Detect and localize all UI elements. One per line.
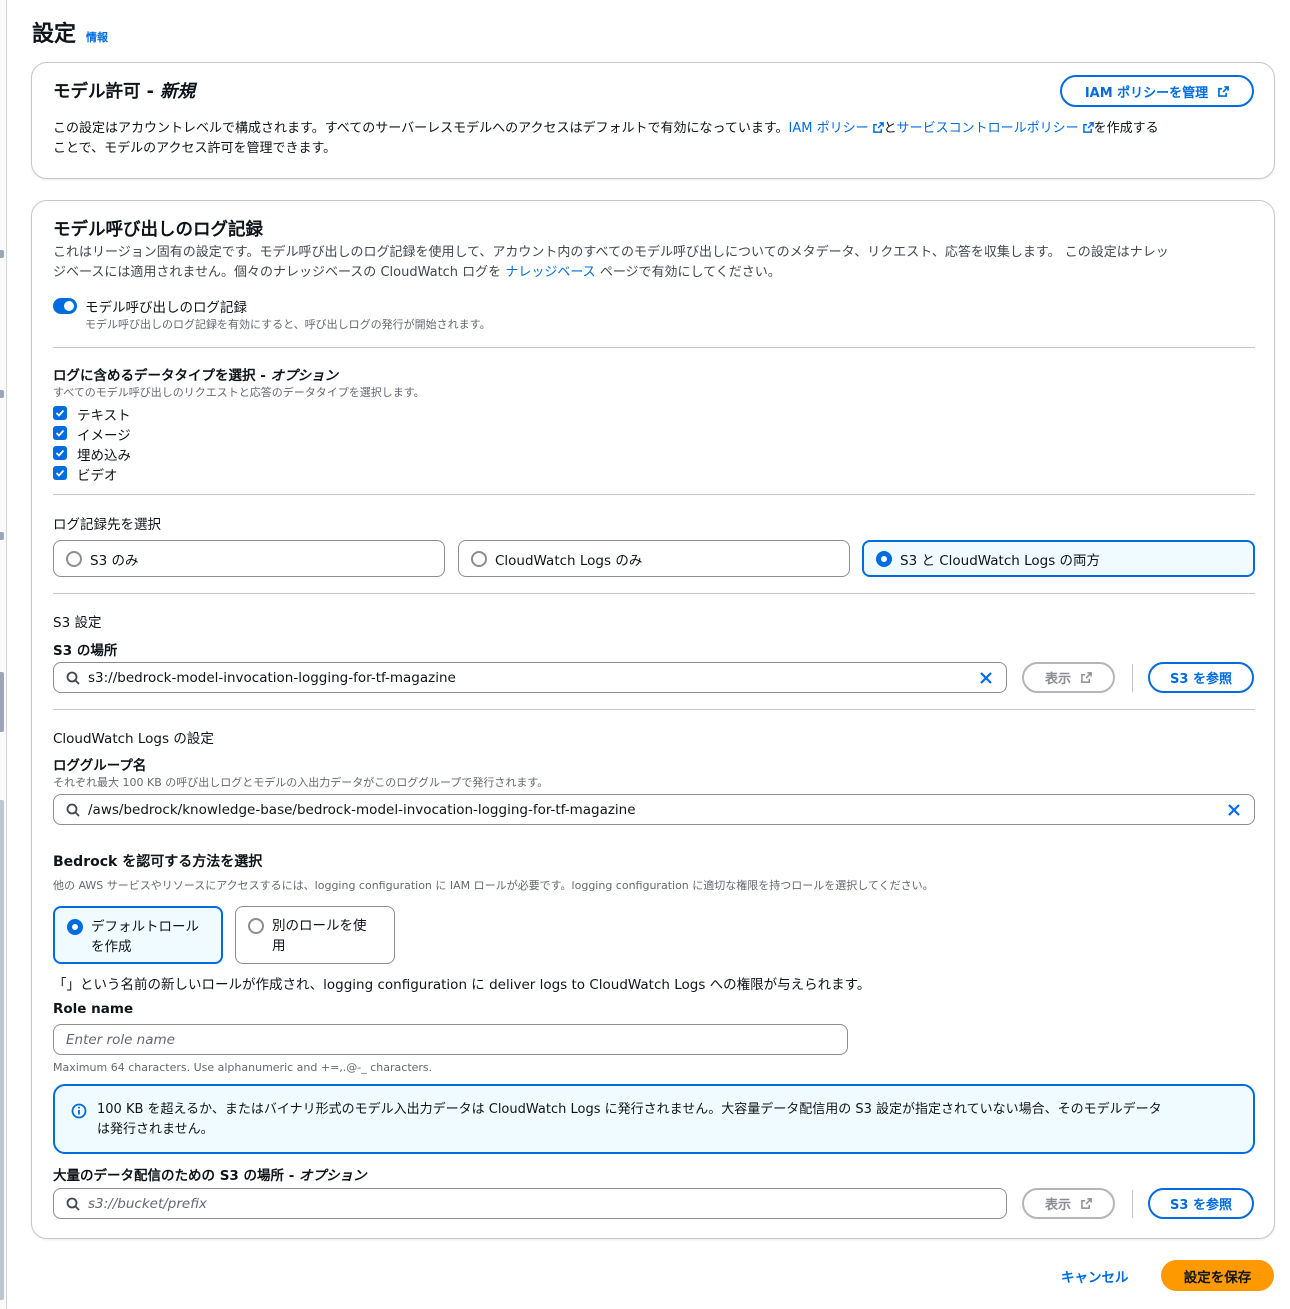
divider bbox=[53, 709, 1255, 710]
large-s3-label: 大量のデータ配信のための S3 の場所 - オプション bbox=[53, 1168, 367, 1184]
external-link-icon bbox=[1081, 672, 1092, 683]
tile-label: S3 と CloudWatch Logs の両方 bbox=[900, 552, 1101, 569]
divider bbox=[53, 593, 1255, 594]
tile-label: S3 のみ bbox=[90, 552, 139, 569]
destination-label: ログ記録先を選択 bbox=[53, 517, 161, 533]
alert-text: 100 KB を超えるか、またはバイナリ形式のモデル入出力データは CloudW… bbox=[97, 1102, 1162, 1137]
left-edge-panel bbox=[0, 0, 7, 1309]
auth-default-role[interactable]: デフォルトロール を作成 bbox=[53, 906, 223, 964]
page-header: 設定 情報 bbox=[32, 16, 108, 48]
info-alert: 100 KB を超えるか、またはバイナリ形式のモデル入出力データは CloudW… bbox=[53, 1084, 1255, 1154]
large-s3-view-button[interactable]: 表示 bbox=[1022, 1188, 1115, 1219]
s3-view-button[interactable]: 表示 bbox=[1022, 662, 1115, 693]
checkbox-image[interactable] bbox=[53, 426, 67, 440]
radio-icon bbox=[471, 550, 487, 567]
radio-selected-icon bbox=[67, 919, 83, 935]
info-icon bbox=[71, 1103, 87, 1119]
model-access-description: この設定はアカウントレベルで構成されます。すべてのサーバーレスモデルへのアクセス… bbox=[53, 121, 1159, 156]
large-s3-input[interactable]: s3://bucket/prefix bbox=[53, 1188, 1007, 1219]
log-group-description: それぞれ最大 100 KB の呼び出しログとモデルの入出力データがこのロググルー… bbox=[53, 776, 549, 789]
tile-label: CloudWatch Logs のみ bbox=[495, 552, 643, 569]
cloudwatch-settings-heading: CloudWatch Logs の設定 bbox=[53, 731, 214, 747]
destination-cloudwatch-only[interactable]: CloudWatch Logs のみ bbox=[458, 540, 850, 577]
search-icon bbox=[66, 803, 80, 817]
destination-s3-only[interactable]: S3 のみ bbox=[53, 540, 445, 577]
cancel-button[interactable]: キャンセル bbox=[1061, 1266, 1129, 1286]
checkbox-label: テキスト bbox=[77, 408, 131, 424]
s3-location-label: S3 の場所 bbox=[53, 643, 118, 659]
invocation-logging-panel: モデル呼び出しのログ記録 これはリージョン固有の設定です。モデル呼び出しのログ記… bbox=[31, 200, 1275, 1239]
checkbox-video[interactable] bbox=[53, 466, 67, 480]
log-group-input[interactable]: /aws/bedrock/knowledge-base/bedrock-mode… bbox=[53, 794, 1255, 825]
toggle-label: モデル呼び出しのログ記録 bbox=[85, 300, 247, 316]
edge-marker bbox=[0, 532, 4, 540]
model-access-panel: モデル許可 - 新規 IAM ポリシーを管理 この設定はアカウントレベルで構成さ… bbox=[31, 62, 1275, 179]
checkbox-label: イメージ bbox=[77, 428, 131, 444]
checkbox-text[interactable] bbox=[53, 406, 67, 420]
edge-marker bbox=[0, 390, 4, 398]
radio-icon bbox=[248, 918, 264, 934]
tile-label: 別のロールを使用 bbox=[272, 918, 367, 954]
logging-toggle[interactable] bbox=[53, 298, 77, 314]
radio-icon bbox=[66, 550, 82, 567]
datatypes-description: すべてのモデル呼び出しのリクエストと応答のデータタイプを選択します。 bbox=[53, 386, 425, 399]
clear-icon[interactable] bbox=[978, 670, 994, 686]
info-link[interactable]: 情報 bbox=[86, 29, 108, 45]
role-note: 「」という名前の新しいロールが作成され、logging configuratio… bbox=[53, 977, 871, 993]
log-group-label: ロググループ名 bbox=[53, 758, 147, 774]
role-name-label: Role name bbox=[53, 1001, 134, 1017]
external-link-icon bbox=[1218, 85, 1230, 97]
model-access-title: モデル許可 - 新規 bbox=[53, 82, 195, 102]
clear-icon[interactable] bbox=[1226, 802, 1242, 818]
edge-scroll-track bbox=[0, 800, 4, 1300]
role-name-hint: Maximum 64 characters. Use alphanumeric … bbox=[53, 1061, 433, 1074]
checkbox-embedding[interactable] bbox=[53, 446, 67, 460]
search-icon bbox=[66, 671, 80, 685]
s3-location-input[interactable]: s3://bedrock-model-invocation-logging-fo… bbox=[53, 662, 1007, 693]
tile-label: デフォルトロール を作成 bbox=[91, 919, 199, 955]
iam-policy-link[interactable]: IAM ポリシー bbox=[789, 121, 869, 136]
knowledge-base-link[interactable]: ナレッジベース bbox=[505, 265, 595, 280]
auth-label: Bedrock を認可する方法を選択 bbox=[53, 854, 263, 870]
s3-settings-heading: S3 設定 bbox=[53, 615, 102, 631]
checkbox-label: 埋め込み bbox=[77, 448, 131, 464]
toggle-description: モデル呼び出しのログ記録を有効にすると、呼び出しログの発行が開始されます。 bbox=[85, 318, 491, 331]
check-icon bbox=[55, 429, 65, 437]
check-icon bbox=[55, 409, 65, 417]
external-link-icon bbox=[1081, 1198, 1092, 1209]
destination-both[interactable]: S3 と CloudWatch Logs の両方 bbox=[862, 540, 1255, 577]
logging-description: これはリージョン固有の設定です。モデル呼び出しのログ記録を使用して、アカウント内… bbox=[53, 245, 1169, 280]
checkbox-label: ビデオ bbox=[77, 468, 118, 484]
auth-description: 他の AWS サービスやリソースにアクセスするには、logging config… bbox=[53, 879, 934, 892]
radio-selected-icon bbox=[876, 550, 892, 567]
role-name-input[interactable]: Enter role name bbox=[53, 1024, 848, 1055]
divider bbox=[53, 494, 1255, 495]
input-placeholder: s3://bucket/prefix bbox=[88, 1195, 207, 1212]
external-link-icon bbox=[1082, 122, 1094, 133]
edge-marker bbox=[0, 250, 4, 258]
input-value: /aws/bedrock/knowledge-base/bedrock-mode… bbox=[88, 801, 636, 818]
input-placeholder: Enter role name bbox=[66, 1031, 175, 1048]
search-icon bbox=[66, 1197, 80, 1211]
auth-existing-role[interactable]: 別のロールを使用 bbox=[235, 906, 395, 964]
separator bbox=[1132, 664, 1133, 692]
large-s3-browse-button[interactable]: S3 を参照 bbox=[1148, 1188, 1254, 1219]
separator bbox=[1132, 1190, 1133, 1218]
check-icon bbox=[55, 469, 65, 477]
logging-title: モデル呼び出しのログ記録 bbox=[53, 220, 263, 240]
external-link-icon bbox=[872, 122, 884, 133]
datatypes-label: ログに含めるデータタイプを選択 - オプション bbox=[53, 368, 339, 384]
divider bbox=[53, 347, 1255, 348]
check-icon bbox=[55, 449, 65, 457]
manage-iam-policy-button[interactable]: IAM ポリシーを管理 bbox=[1060, 75, 1254, 107]
page-title: 設定 bbox=[32, 22, 77, 47]
edge-scroll-handle[interactable] bbox=[0, 672, 4, 732]
browse-s3-button[interactable]: S3 を参照 bbox=[1148, 662, 1254, 693]
scp-link[interactable]: サービスコントロールポリシー bbox=[897, 121, 1079, 136]
input-value: s3://bedrock-model-invocation-logging-fo… bbox=[88, 669, 456, 686]
save-settings-button[interactable]: 設定を保存 bbox=[1161, 1260, 1274, 1291]
